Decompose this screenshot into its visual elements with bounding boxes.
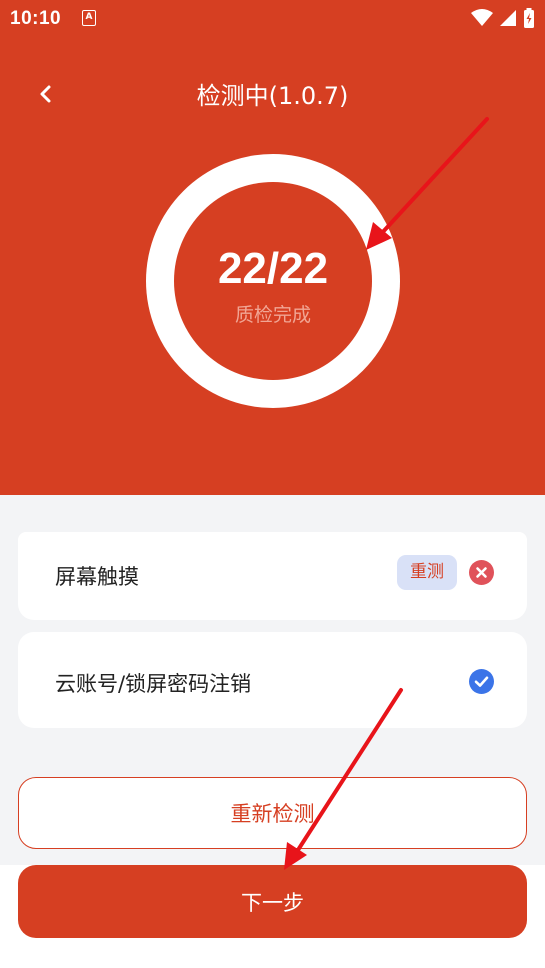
check-circle-icon [469,669,494,694]
status-icons [471,8,535,28]
progress-label: 质检完成 [234,304,311,326]
notification-app-icon: A [82,10,96,26]
error-circle-icon [469,560,494,585]
status-time: 10:10 [10,8,62,29]
check-item-label: 屏幕触摸 [55,565,139,589]
progress-ring: 22/22 质检完成 [146,154,400,408]
retest-item-button[interactable]: 重测 [397,555,457,590]
next-step-button[interactable]: 下一步 [18,865,527,938]
wifi-icon [471,9,493,26]
progress-count: 22/22 [217,244,329,293]
battery-icon [524,8,534,28]
check-item-label: 云账号/锁屏密码注销 [55,672,252,696]
check-item-cloud-account: 云账号/锁屏密码注销 [18,632,527,728]
retest-all-button[interactable]: 重新检测 [18,777,527,849]
page-title: 检测中(1.0.7) [196,82,349,110]
check-item-screen-touch: 屏幕触摸 重测 [18,532,527,620]
status-bar: 10:10 A [0,0,545,36]
signal-icon [500,10,516,26]
